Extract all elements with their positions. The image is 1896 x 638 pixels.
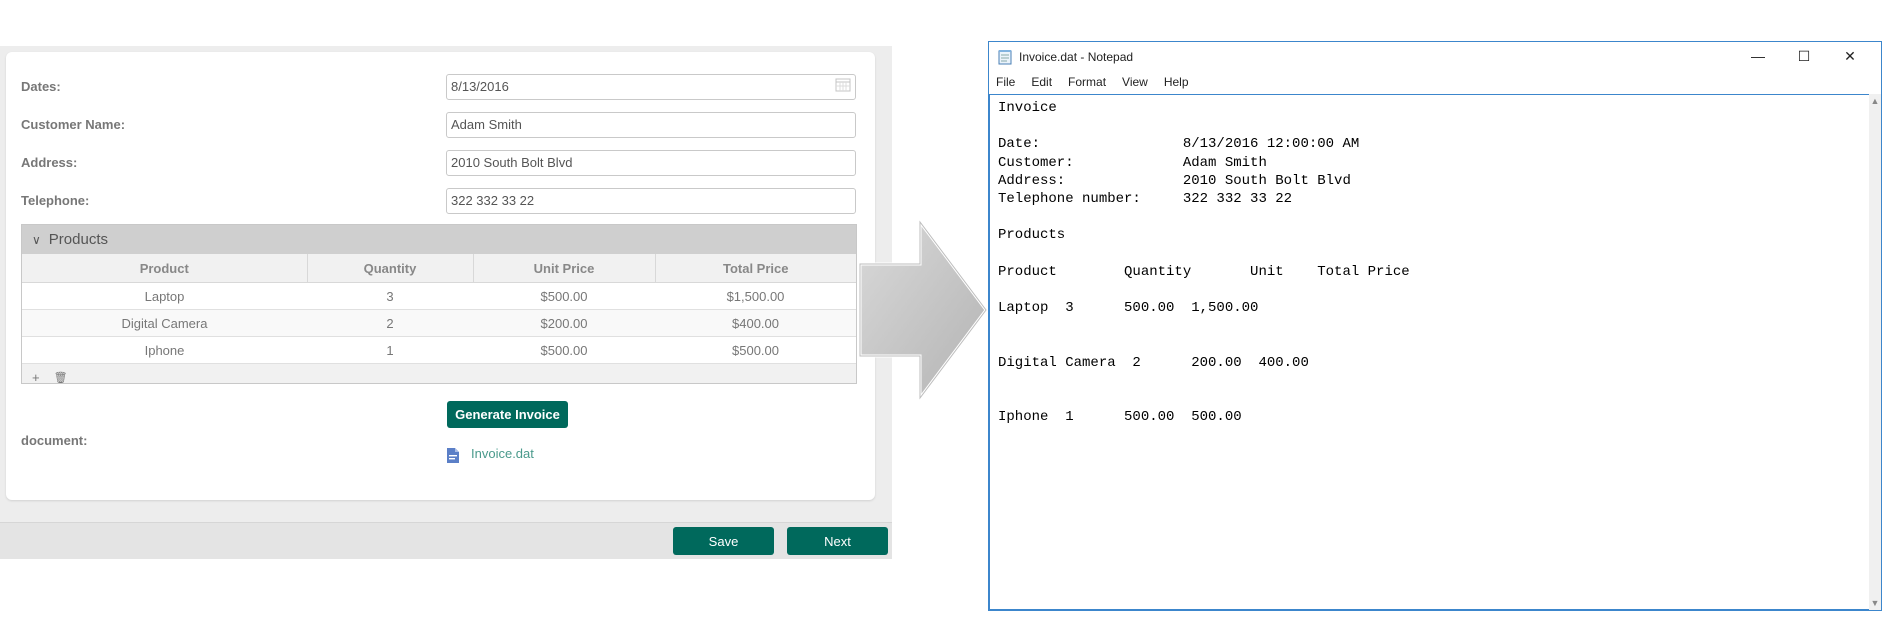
products-table: Product Quantity Unit Price Total Price … bbox=[22, 254, 856, 364]
cell-quantity: 2 bbox=[307, 309, 473, 337]
menu-edit[interactable]: Edit bbox=[1023, 72, 1060, 92]
document-label: document: bbox=[21, 433, 88, 448]
customer-name-label: Customer Name: bbox=[21, 117, 126, 132]
table-header-row: Product Quantity Unit Price Total Price bbox=[22, 254, 856, 283]
table-row[interactable]: Laptop 3 $500.00 $1,500.00 bbox=[22, 282, 856, 310]
minimize-icon[interactable]: — bbox=[1749, 48, 1767, 66]
cell-quantity: 3 bbox=[307, 282, 473, 310]
scroll-down-icon[interactable]: ▼ bbox=[1869, 598, 1881, 608]
cell-product: Digital Camera bbox=[22, 309, 307, 337]
document-file-icon bbox=[447, 448, 459, 463]
cell-quantity: 1 bbox=[307, 336, 473, 364]
dates-input[interactable]: 8/13/2016 bbox=[446, 74, 856, 100]
menu-help[interactable]: Help bbox=[1156, 72, 1197, 92]
cell-unit-price: $500.00 bbox=[473, 282, 655, 310]
notepad-titlebar[interactable]: Invoice.dat - Notepad — ☐ ✕ bbox=[989, 42, 1881, 72]
table-row[interactable]: Iphone 1 $500.00 $500.00 bbox=[22, 336, 856, 364]
cell-total-price: $400.00 bbox=[655, 309, 856, 337]
customer-name-input[interactable]: Adam Smith bbox=[446, 112, 856, 138]
dates-label: Dates: bbox=[21, 79, 61, 94]
cell-unit-price: $200.00 bbox=[473, 309, 655, 337]
cell-unit-price: $500.00 bbox=[473, 336, 655, 364]
notepad-menubar: File Edit Format View Help bbox=[989, 72, 1197, 92]
calendar-icon[interactable] bbox=[835, 77, 851, 92]
notepad-window: Invoice.dat - Notepad — ☐ ✕ File Edit Fo… bbox=[988, 41, 1882, 611]
column-header-total-price[interactable]: Total Price bbox=[655, 254, 856, 283]
cell-product: Laptop bbox=[22, 282, 307, 310]
products-title: Products bbox=[48, 231, 108, 248]
add-row-icon[interactable]: + bbox=[32, 370, 40, 385]
products-header[interactable]: ∨ Products bbox=[22, 225, 856, 254]
column-header-quantity[interactable]: Quantity bbox=[307, 254, 474, 283]
menu-file[interactable]: File bbox=[989, 72, 1023, 92]
telephone-label: Telephone: bbox=[21, 193, 90, 208]
next-button[interactable]: Next bbox=[787, 527, 888, 555]
address-input[interactable]: 2010 South Bolt Blvd bbox=[446, 150, 856, 176]
vertical-scrollbar[interactable]: ▲ ▼ bbox=[1869, 94, 1881, 610]
products-panel: ∨ Products Product Quantity Unit Price T… bbox=[21, 224, 857, 385]
document-file-link[interactable]: Invoice.dat bbox=[471, 446, 534, 461]
notepad-text-area[interactable]: Invoice Date: 8/13/2016 12:00:00 AM Cust… bbox=[989, 94, 1871, 610]
save-button[interactable]: Save bbox=[673, 527, 774, 555]
menu-view[interactable]: View bbox=[1114, 72, 1156, 92]
arrow-right-icon bbox=[858, 218, 988, 402]
cell-total-price: $1,500.00 bbox=[655, 282, 856, 310]
notepad-title: Invoice.dat - Notepad bbox=[1019, 50, 1134, 64]
notepad-app-icon bbox=[998, 50, 1012, 65]
maximize-icon[interactable]: ☐ bbox=[1795, 48, 1813, 66]
column-header-unit-price[interactable]: Unit Price bbox=[473, 254, 656, 283]
table-row[interactable]: Digital Camera 2 $200.00 $400.00 bbox=[22, 309, 856, 337]
cell-product: Iphone bbox=[22, 336, 307, 364]
scroll-up-icon[interactable]: ▲ bbox=[1869, 96, 1881, 106]
address-label: Address: bbox=[21, 155, 78, 170]
trash-icon[interactable]: 🗑 bbox=[54, 371, 68, 384]
column-header-product[interactable]: Product bbox=[22, 254, 308, 283]
menu-format[interactable]: Format bbox=[1060, 72, 1114, 92]
notepad-content[interactable]: Invoice Date: 8/13/2016 12:00:00 AM Cust… bbox=[998, 99, 1410, 427]
telephone-input[interactable]: 322 332 33 22 bbox=[446, 188, 856, 214]
grid-toolbar: + 🗑 bbox=[22, 364, 856, 391]
generate-invoice-button[interactable]: Generate Invoice bbox=[447, 401, 568, 428]
cell-total-price: $500.00 bbox=[655, 336, 856, 364]
close-icon[interactable]: ✕ bbox=[1841, 48, 1859, 66]
chevron-down-icon[interactable]: ∨ bbox=[32, 233, 41, 247]
